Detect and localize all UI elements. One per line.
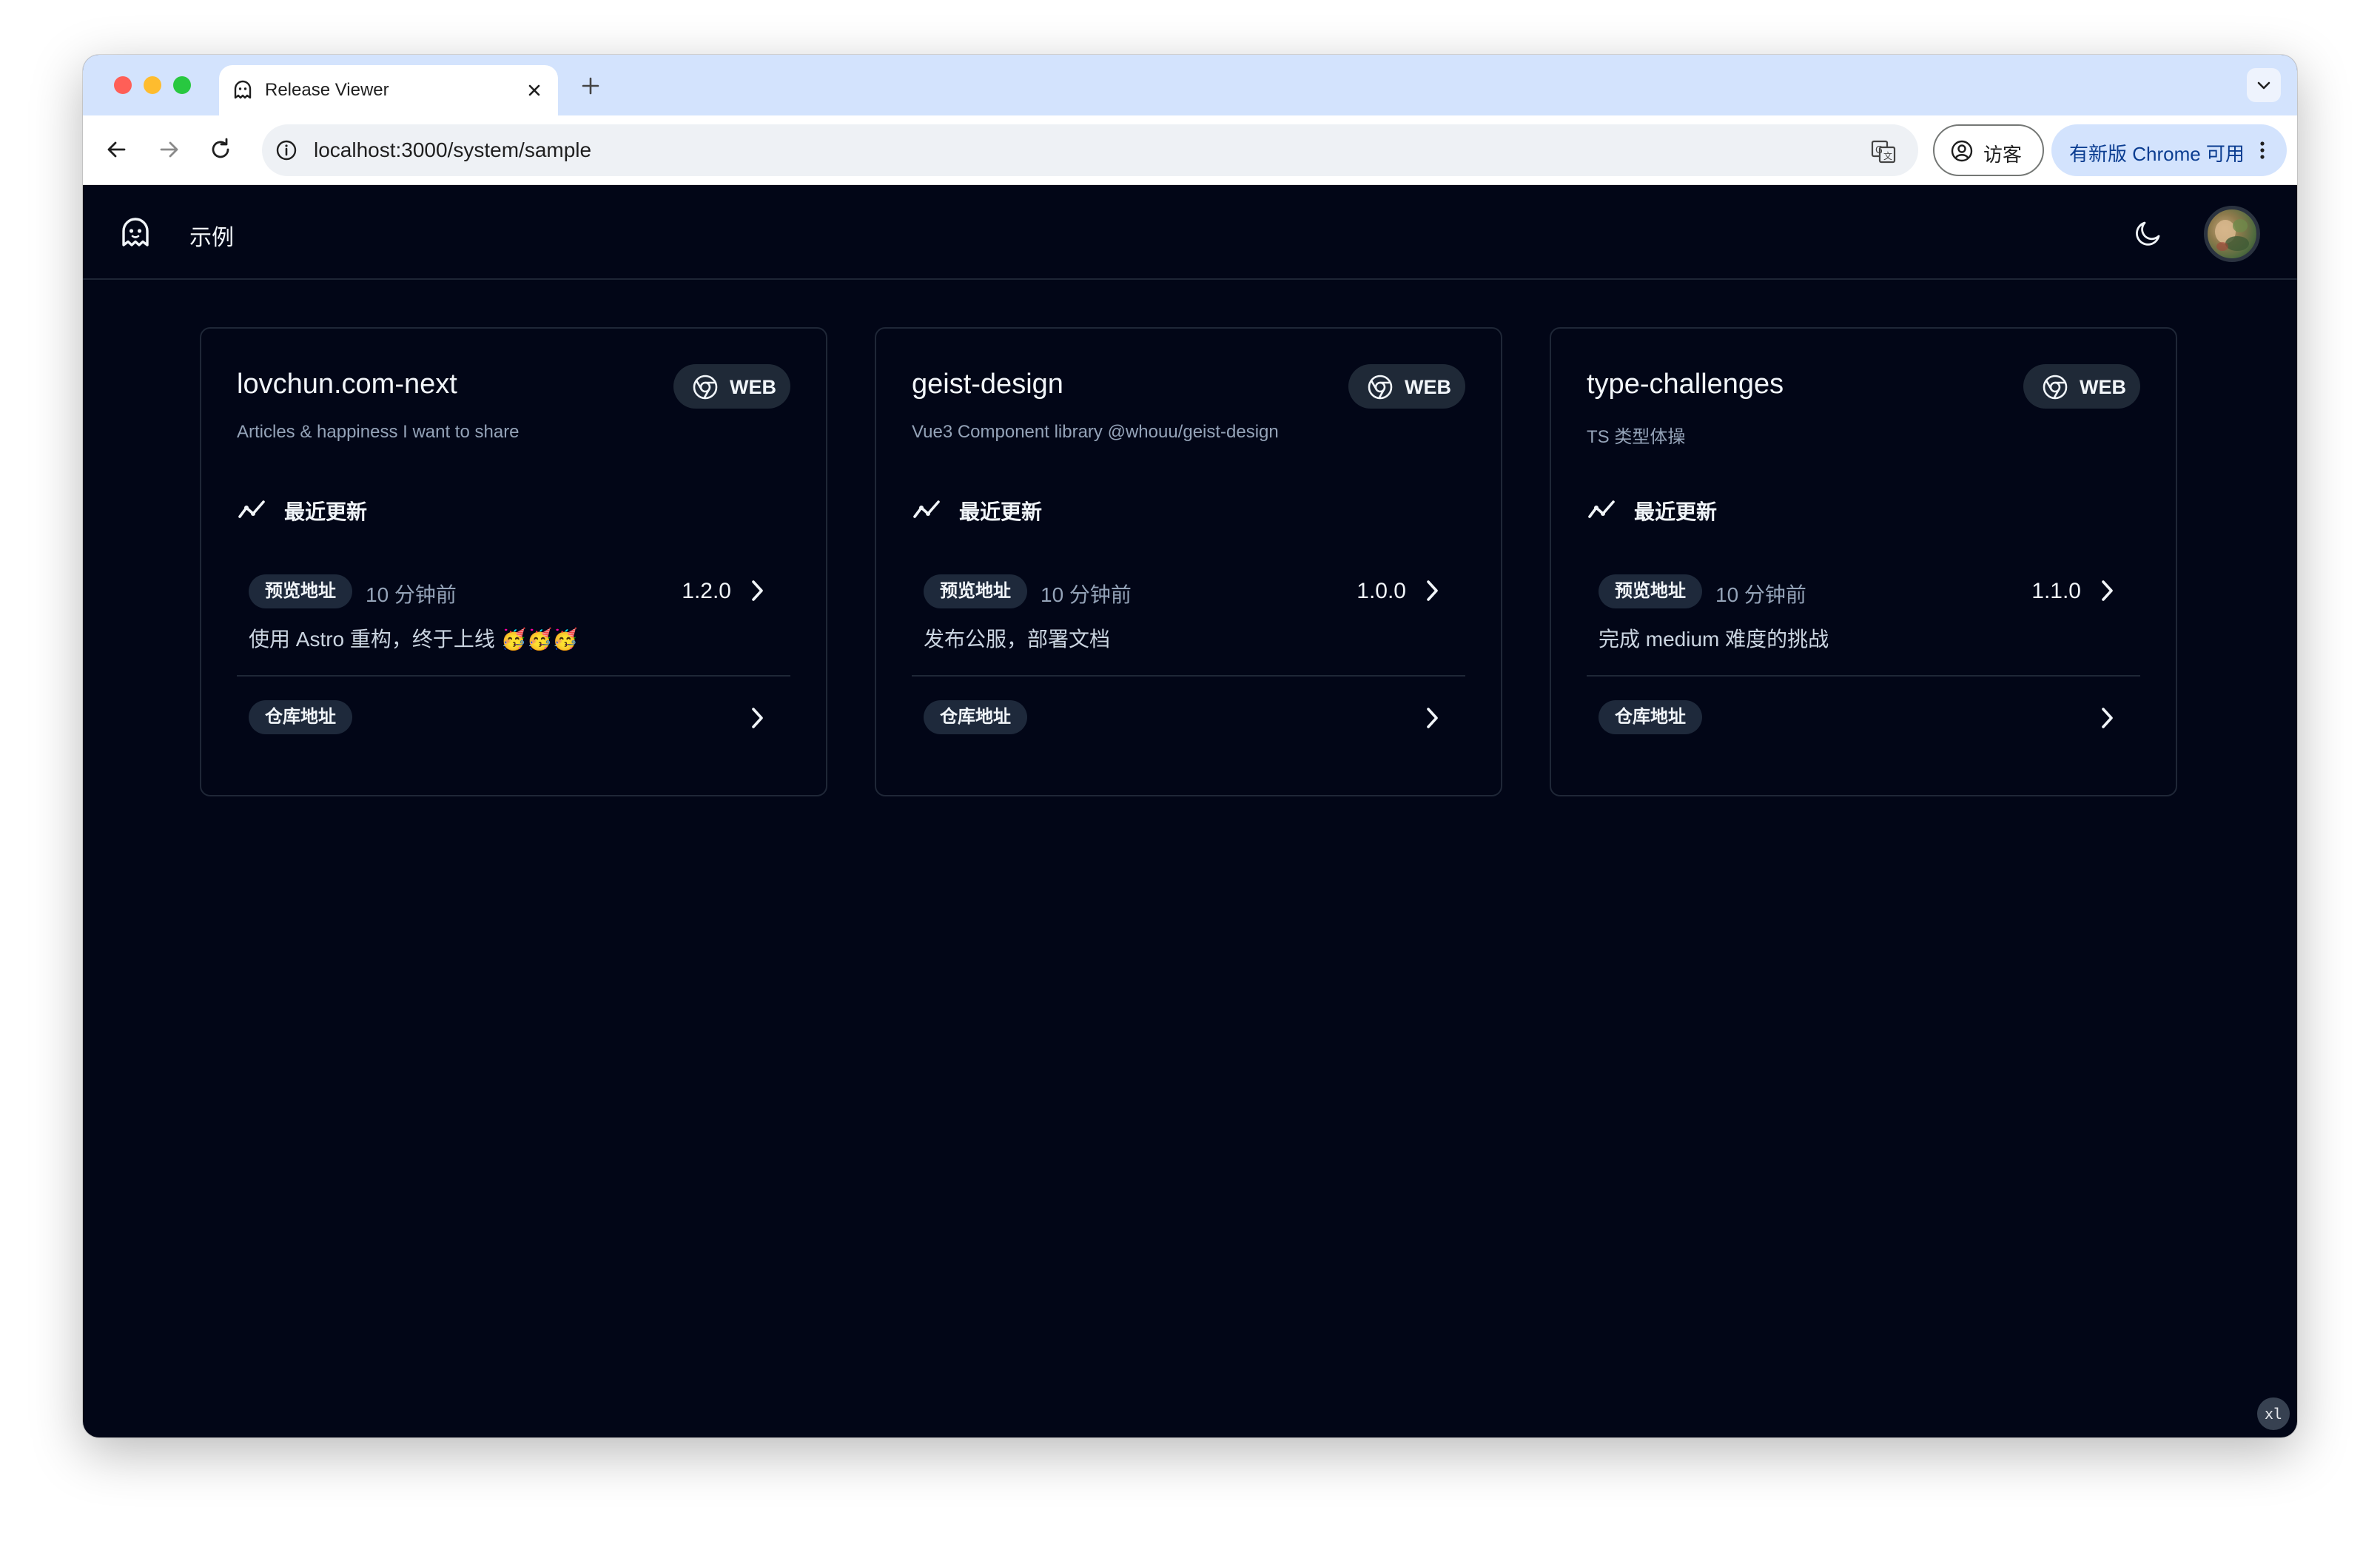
recent-update-label: 最近更新	[959, 500, 1043, 523]
recent-update-label: 最近更新	[284, 500, 368, 523]
chevron-right-icon[interactable]	[2096, 705, 2118, 731]
release-time: 10 分钟前	[366, 583, 457, 606]
preview-link-pill[interactable]: 预览地址	[249, 574, 352, 608]
chrome-update-button[interactable]: 有新版 Chrome 可用	[2051, 124, 2287, 176]
page-title[interactable]: 示例	[189, 219, 234, 252]
url-text[interactable]: localhost:3000/system/sample	[314, 138, 591, 162]
platform-badge: WEB	[673, 364, 790, 409]
chevron-right-icon[interactable]	[746, 577, 768, 604]
project-description: Vue3 Component library @whouu/geist-desi…	[912, 422, 1279, 442]
close-tab-icon[interactable]	[524, 80, 545, 101]
release-version: 1.1.0	[2031, 579, 2081, 603]
release-version: 1.2.0	[682, 579, 731, 603]
project-card[interactable]: lovchun.com-next Articles & happiness I …	[200, 327, 827, 796]
site-info-icon[interactable]	[274, 138, 299, 163]
svg-text:G: G	[1875, 145, 1883, 156]
project-name[interactable]: geist-design	[912, 369, 1063, 400]
activity-trend-icon	[238, 500, 265, 518]
repo-link-pill[interactable]: 仓库地址	[249, 700, 352, 734]
release-message: 完成 medium 难度的挑战	[1599, 628, 1829, 651]
moon-icon[interactable]	[2133, 216, 2165, 249]
maximize-window-button[interactable]	[173, 76, 191, 94]
breakpoint-badge: xl	[2257, 1397, 2290, 1430]
update-label: 有新版 Chrome 可用	[2069, 143, 2245, 165]
activity-trend-icon	[1588, 500, 1615, 518]
tab-title: Release Viewer	[265, 80, 389, 100]
preview-link-pill[interactable]: 预览地址	[924, 574, 1027, 608]
divider	[912, 675, 1465, 677]
chevron-right-icon[interactable]	[1421, 705, 1443, 731]
forward-arrow-icon[interactable]	[154, 135, 184, 164]
project-name[interactable]: type-challenges	[1587, 369, 1784, 400]
back-arrow-icon[interactable]	[102, 135, 132, 164]
address-bar[interactable]: localhost:3000/system/sample G 文	[262, 124, 1918, 176]
platform-label: WEB	[2080, 376, 2126, 398]
close-window-button[interactable]	[114, 76, 132, 94]
ghost-logo-icon[interactable]	[117, 215, 154, 252]
recent-update-label: 最近更新	[1634, 500, 1718, 523]
chevron-right-icon[interactable]	[1421, 577, 1443, 604]
divider	[1587, 675, 2140, 677]
more-vert-icon	[2260, 141, 2265, 159]
preview-link-pill[interactable]: 预览地址	[1599, 574, 1702, 608]
chrome-icon	[2043, 375, 2068, 400]
reload-icon[interactable]	[206, 135, 235, 164]
app-header: 示例	[83, 185, 2297, 280]
project-description: Articles & happiness I want to share	[237, 422, 520, 442]
project-card[interactable]: geist-design Vue3 Component library @who…	[875, 327, 1502, 796]
minimize-window-button[interactable]	[144, 76, 161, 94]
avatar[interactable]	[2204, 206, 2260, 262]
release-message: 使用 Astro 重构，终于上线 🥳🥳🥳	[249, 628, 579, 651]
account-circle-icon	[1951, 140, 1973, 162]
svg-text:文: 文	[1883, 150, 1892, 161]
chevron-down-icon	[2257, 81, 2270, 90]
ghost-logo-icon	[234, 80, 252, 99]
activity-trend-icon	[913, 500, 940, 518]
tab-strip: Release Viewer	[83, 55, 2297, 115]
chevron-right-icon[interactable]	[746, 705, 768, 731]
repo-link-pill[interactable]: 仓库地址	[924, 700, 1027, 734]
translate-icon[interactable]: G 文	[1869, 138, 1897, 166]
platform-label: WEB	[730, 376, 776, 398]
browser-toolbar: localhost:3000/system/sample G 文 访客 有新版 …	[83, 115, 2297, 185]
project-card[interactable]: type-challenges TS 类型体操 WEB 最近更新 预览地址 10…	[1550, 327, 2177, 796]
guest-profile-button[interactable]: 访客	[1933, 124, 2044, 176]
avatar-image-icon	[2215, 219, 2249, 251]
chrome-icon	[693, 375, 718, 400]
guest-label: 访客	[1983, 144, 2023, 166]
chrome-icon	[1368, 375, 1393, 400]
divider	[237, 675, 790, 677]
tab-search-button[interactable]	[2247, 68, 2281, 102]
chevron-right-icon[interactable]	[2096, 577, 2118, 604]
project-name[interactable]: lovchun.com-next	[237, 369, 457, 400]
release-time: 10 分钟前	[1715, 583, 1806, 606]
platform-label: WEB	[1405, 376, 1451, 398]
release-message: 发布公服，部署文档	[924, 628, 1111, 651]
repo-link-pill[interactable]: 仓库地址	[1599, 700, 1702, 734]
new-tab-icon[interactable]	[579, 74, 602, 98]
browser-window: Release Viewer localhost:3000/system/sam…	[83, 55, 2297, 1437]
platform-badge: WEB	[2023, 364, 2140, 409]
project-description: TS 类型体操	[1587, 427, 1686, 447]
release-version: 1.0.0	[1357, 579, 1406, 603]
release-time: 10 分钟前	[1041, 583, 1132, 606]
browser-tab[interactable]: Release Viewer	[219, 65, 558, 115]
platform-badge: WEB	[1348, 364, 1465, 409]
